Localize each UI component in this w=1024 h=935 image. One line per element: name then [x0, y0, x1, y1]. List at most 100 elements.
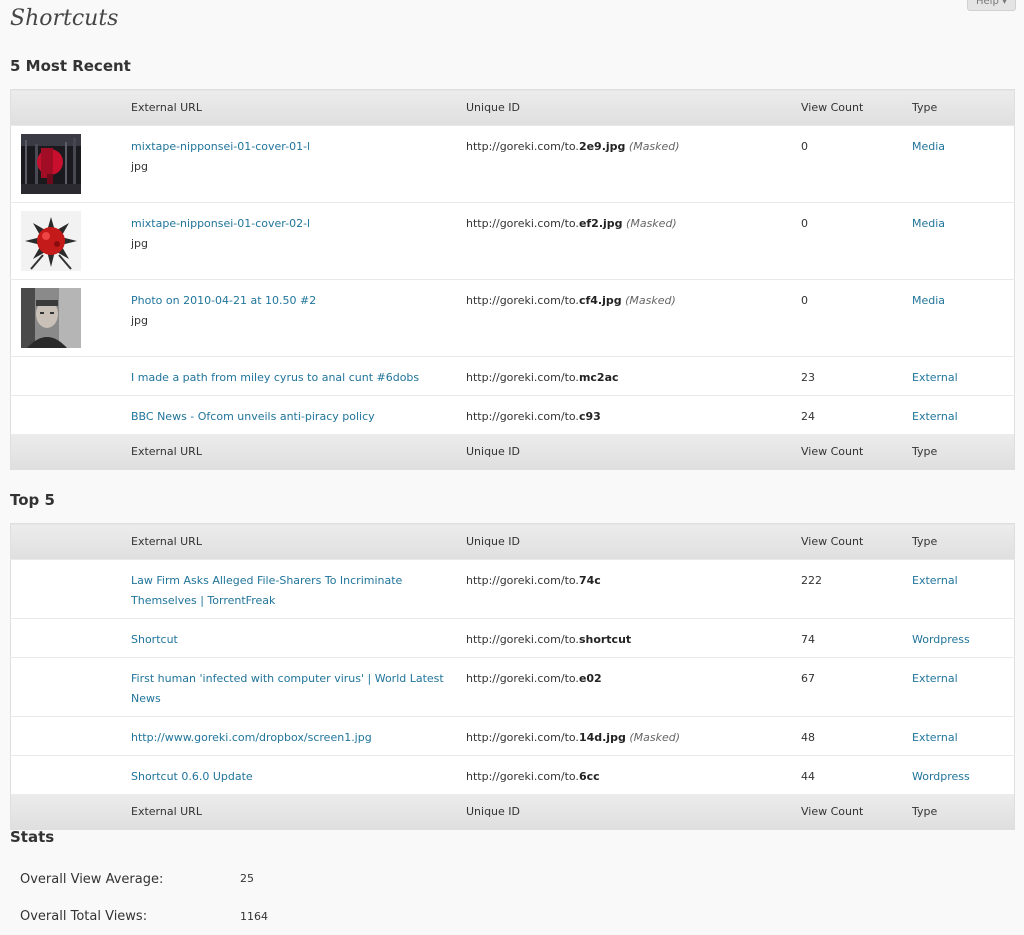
uid-prefix: http://goreki.com/to.: [466, 731, 579, 744]
average-views-value: 25: [240, 872, 254, 885]
item-link[interactable]: http://www.goreki.com/dropbox/screen1.jp…: [131, 731, 372, 744]
count-column-footer: View Count: [801, 794, 912, 830]
type-link[interactable]: Media: [912, 217, 945, 230]
view-count: 0: [801, 217, 808, 230]
table-row: mixtape-nipponsei-01-cover-02-l jpg http…: [10, 202, 1015, 280]
item-link[interactable]: Law Firm Asks Alleged File-Sharers To In…: [131, 574, 402, 607]
table-row: mixtape-nipponsei-01-cover-01-l jpg http…: [10, 125, 1015, 203]
item-link[interactable]: Photo on 2010-04-21 at 10.50 #2: [131, 294, 316, 307]
file-extension: jpg: [131, 314, 149, 327]
type-link[interactable]: Media: [912, 140, 945, 153]
type-link[interactable]: Wordpress: [912, 633, 970, 646]
page-title: Shortcuts: [10, 6, 119, 31]
recent-table: External URL Unique ID View Count Type m…: [10, 89, 1015, 470]
uid-code: shortcut: [578, 633, 632, 646]
portrait-thumbnail[interactable]: [21, 288, 81, 348]
thumb-column-footer: [10, 794, 131, 830]
type-link[interactable]: External: [912, 371, 958, 384]
type-link[interactable]: External: [912, 731, 958, 744]
view-count: 48: [801, 731, 815, 744]
table-row: First human 'infected with computer viru…: [10, 657, 1015, 717]
uid-prefix: http://goreki.com/to.: [466, 371, 579, 384]
url-column-header[interactable]: External URL: [131, 89, 466, 126]
table-row: http://www.goreki.com/dropbox/screen1.jp…: [10, 716, 1015, 756]
count-column-header[interactable]: View Count: [801, 89, 912, 126]
uid-prefix: http://goreki.com/to.: [466, 294, 579, 307]
type-link[interactable]: External: [912, 410, 958, 423]
uid-code: 6cc: [578, 770, 600, 783]
total-views-label: Overall Total Views:: [20, 909, 148, 924]
url-column-footer: External URL: [131, 434, 466, 470]
item-link[interactable]: First human 'infected with computer viru…: [131, 672, 444, 705]
table-row: Shortcut http://goreki.com/to.shortcut 7…: [10, 618, 1015, 658]
url-column-footer: External URL: [131, 794, 466, 830]
table-row: BBC News - Ofcom unveils anti-piracy pol…: [10, 395, 1015, 434]
masked-label: (Masked): [626, 217, 677, 230]
uid-code: 2e9.jpg: [578, 140, 626, 153]
thumb-column-header: [10, 523, 131, 560]
total-views-value: 1164: [240, 910, 268, 923]
masked-label: (Masked): [628, 140, 680, 153]
view-count: 24: [801, 410, 815, 423]
masked-label: (Masked): [625, 294, 676, 307]
table-row: Law Firm Asks Alleged File-Sharers To In…: [10, 559, 1015, 619]
red-splash-thumbnail[interactable]: [21, 211, 81, 271]
uid-code: mc2ac: [578, 371, 619, 384]
top-section-title: Top 5: [10, 491, 55, 509]
view-count: 67: [801, 672, 815, 685]
uid-column-header[interactable]: Unique ID: [466, 89, 801, 126]
recent-table-header: External URL Unique ID View Count Type: [10, 89, 1015, 126]
recent-table-footer: External URL Unique ID View Count Type: [10, 434, 1015, 470]
help-tab-button[interactable]: Help ▾: [967, 0, 1016, 11]
uid-code: 74c: [578, 574, 601, 587]
uid-code: c93: [578, 410, 601, 423]
uid-column-footer: Unique ID: [466, 794, 801, 830]
item-link[interactable]: mixtape-nipponsei-01-cover-02-l: [131, 217, 310, 230]
type-link[interactable]: External: [912, 574, 958, 587]
uid-code: 14d.jpg: [578, 731, 626, 744]
item-link[interactable]: Shortcut 0.6.0 Update: [131, 770, 253, 783]
uid-prefix: http://goreki.com/to.: [466, 410, 579, 423]
red-figure-thumbnail[interactable]: [21, 134, 81, 194]
type-link[interactable]: Wordpress: [912, 770, 970, 783]
item-link[interactable]: I made a path from miley cyrus to anal c…: [131, 371, 419, 384]
type-link[interactable]: Media: [912, 294, 945, 307]
type-column-header[interactable]: Type: [912, 89, 1015, 126]
view-count: 0: [801, 294, 808, 307]
file-extension: jpg: [131, 237, 149, 250]
recent-section-title: 5 Most Recent: [10, 57, 131, 75]
table-row: Photo on 2010-04-21 at 10.50 #2 jpg http…: [10, 279, 1015, 357]
stats-section-title: Stats: [10, 828, 55, 846]
thumb-column-footer: [10, 434, 131, 470]
top-table: External URL Unique ID View Count Type L…: [10, 523, 1015, 830]
view-count: 0: [801, 140, 808, 153]
uid-prefix: http://goreki.com/to.: [466, 574, 579, 587]
uid-code: cf4.jpg: [578, 294, 622, 307]
uid-column-header[interactable]: Unique ID: [466, 523, 801, 560]
item-link[interactable]: BBC News - Ofcom unveils anti-piracy pol…: [131, 410, 375, 423]
item-link[interactable]: Shortcut: [131, 633, 178, 646]
uid-code: e02: [578, 672, 602, 685]
top-table-header: External URL Unique ID View Count Type: [10, 523, 1015, 560]
table-row: I made a path from miley cyrus to anal c…: [10, 356, 1015, 396]
type-link[interactable]: External: [912, 672, 958, 685]
view-count: 74: [801, 633, 815, 646]
uid-column-footer: Unique ID: [466, 434, 801, 470]
uid-prefix: http://goreki.com/to.: [466, 770, 579, 783]
type-column-header[interactable]: Type: [912, 523, 1015, 560]
thumb-column-header: [10, 89, 131, 126]
count-column-footer: View Count: [801, 434, 912, 470]
url-column-header[interactable]: External URL: [131, 523, 466, 560]
view-count: 222: [801, 574, 822, 587]
count-column-header[interactable]: View Count: [801, 523, 912, 560]
uid-prefix: http://goreki.com/to.: [466, 672, 579, 685]
item-link[interactable]: mixtape-nipponsei-01-cover-01-l: [131, 140, 310, 153]
table-row: Shortcut 0.6.0 Update http://goreki.com/…: [10, 755, 1015, 794]
view-count: 23: [801, 371, 815, 384]
file-extension: jpg: [131, 160, 149, 173]
uid-prefix: http://goreki.com/to.: [466, 217, 579, 230]
top-table-footer: External URL Unique ID View Count Type: [10, 794, 1015, 830]
average-views-label: Overall View Average:: [20, 872, 164, 887]
masked-label: (Masked): [629, 731, 680, 744]
type-column-footer: Type: [912, 794, 1015, 830]
